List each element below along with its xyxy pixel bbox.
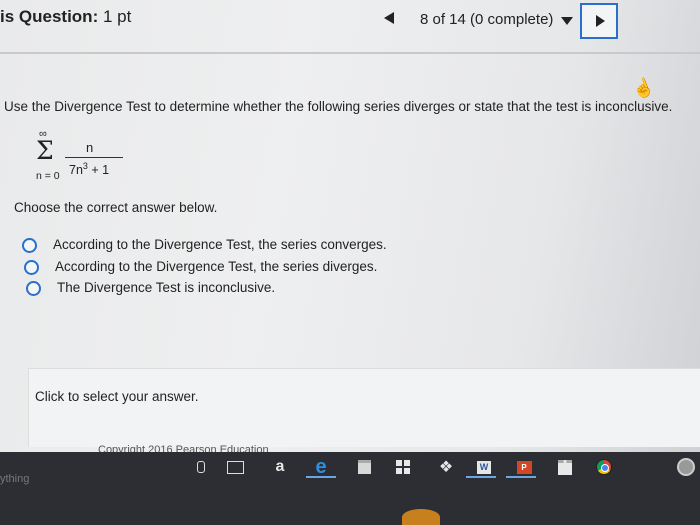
choose-prompt: Choose the correct answer below. [14, 200, 218, 215]
dropbox-icon[interactable]: ❖ [436, 458, 456, 476]
browser-content: is Question: 1 pt 8 of 14 (0 complete) ☝… [0, 0, 700, 456]
active-app-indicator [506, 476, 536, 478]
header-divider [0, 52, 700, 54]
mic-icon[interactable] [196, 458, 206, 476]
denominator-tail: + 1 [87, 163, 110, 178]
sum-lower-limit: n = 0 [36, 170, 60, 182]
powerpoint-icon[interactable]: P [514, 458, 534, 476]
denominator-base: 7n [69, 163, 83, 178]
fraction-denominator: 7n3 + 1 [69, 161, 109, 177]
option-label[interactable]: The Divergence Test is inconclusive. [57, 280, 275, 295]
video-icon[interactable] [555, 458, 575, 476]
previous-question-button[interactable] [380, 9, 400, 29]
radio-button[interactable] [24, 260, 39, 275]
taskbar-search-hint[interactable]: ything [0, 473, 29, 485]
series-formula: ∞ Σ n = 0 n 7n3 + 1 [36, 128, 156, 188]
sigma-symbol: Σ [36, 136, 54, 165]
question-points: 1 pt [102, 7, 132, 26]
task-view-icon[interactable] [224, 458, 246, 476]
amazon-icon[interactable]: a [272, 458, 288, 476]
question-instruction: Use the Divergence Test to determine whe… [4, 99, 673, 114]
answer-status-box [28, 368, 700, 447]
notification-icon[interactable] [676, 458, 696, 476]
edge-icon[interactable]: e [312, 456, 330, 478]
word-icon-letter: W [477, 460, 491, 474]
active-app-indicator [466, 476, 496, 478]
fraction-numerator: n [86, 140, 94, 155]
store-icon[interactable] [356, 458, 372, 476]
option-label[interactable]: According to the Divergence Test, the se… [55, 259, 377, 274]
active-app-indicator [306, 476, 336, 478]
question-title-label: is Question: [0, 7, 99, 26]
powerpoint-icon-letter: P [516, 460, 532, 474]
hp-logo [402, 509, 440, 525]
next-question-button[interactable] [580, 3, 618, 39]
option-label[interactable]: According to the Divergence Test, the se… [53, 237, 387, 252]
chrome-icon[interactable] [594, 458, 614, 476]
question-header: is Question: 1 pt 8 of 14 (0 complete) [0, 0, 700, 50]
question-title: is Question: 1 pt [0, 7, 131, 27]
question-progress[interactable]: 8 of 14 (0 complete) [420, 11, 553, 28]
fraction-bar [65, 157, 123, 158]
radio-button[interactable] [26, 281, 41, 296]
chevron-down-icon[interactable] [561, 17, 573, 25]
answer-status-text: Click to select your answer. [35, 389, 199, 404]
radio-button[interactable] [22, 238, 37, 253]
windows-icon[interactable] [394, 458, 412, 476]
word-icon[interactable]: W [474, 458, 494, 476]
